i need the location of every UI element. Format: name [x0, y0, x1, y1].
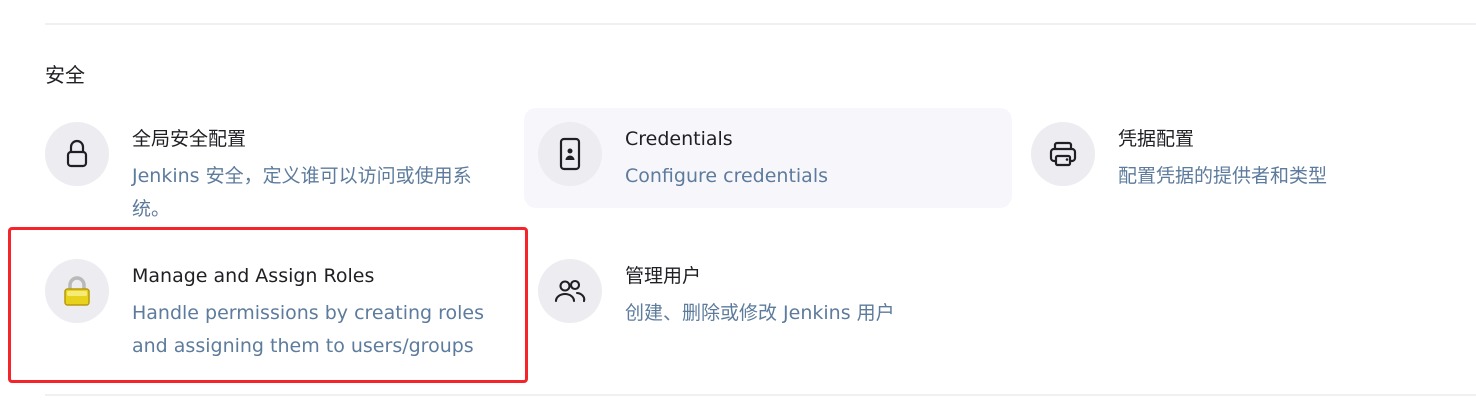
item-credentials[interactable]: Credentials Configure credentials	[524, 108, 1012, 208]
credential-providers-icon-container	[1031, 122, 1095, 186]
section-title: 安全	[45, 63, 85, 87]
top-divider	[45, 23, 1476, 25]
yellow-padlock-icon	[64, 276, 90, 306]
item-manage-assign-roles[interactable]: Manage and Assign Roles Handle permissio…	[31, 245, 519, 365]
item-title: Manage and Assign Roles	[132, 265, 375, 287]
item-description: Jenkins 安全，定义谁可以访问或使用系统。	[132, 165, 472, 220]
item-credential-providers[interactable]: 凭据配置 配置凭据的提供者和类型	[1017, 108, 1476, 208]
credentials-icon-container	[538, 122, 602, 186]
item-description: Handle permissions by creating roles and…	[132, 302, 485, 357]
users-icon	[554, 279, 586, 303]
item-description: 创建、删除或修改 Jenkins 用户	[625, 302, 895, 324]
item-title: 管理用户	[625, 265, 702, 287]
item-description: Configure credentials	[625, 165, 828, 187]
item-title: 凭据配置	[1118, 128, 1195, 150]
bottom-divider	[45, 394, 1476, 396]
item-title: Credentials	[625, 128, 733, 150]
lock-icon	[66, 139, 88, 168]
credentials-device-icon	[559, 137, 581, 171]
item-title: 全局安全配置	[132, 128, 247, 150]
item-description: 配置凭据的提供者和类型	[1118, 165, 1328, 187]
item-global-security[interactable]: 全局安全配置 Jenkins 安全，定义谁可以访问或使用系统。	[31, 108, 519, 220]
users-icon-container	[538, 259, 602, 323]
roles-icon-container	[45, 259, 109, 323]
credential-providers-icon	[1049, 141, 1077, 167]
item-manage-users[interactable]: 管理用户 创建、删除或修改 Jenkins 用户	[524, 245, 1012, 345]
lock-icon-container	[45, 122, 109, 186]
